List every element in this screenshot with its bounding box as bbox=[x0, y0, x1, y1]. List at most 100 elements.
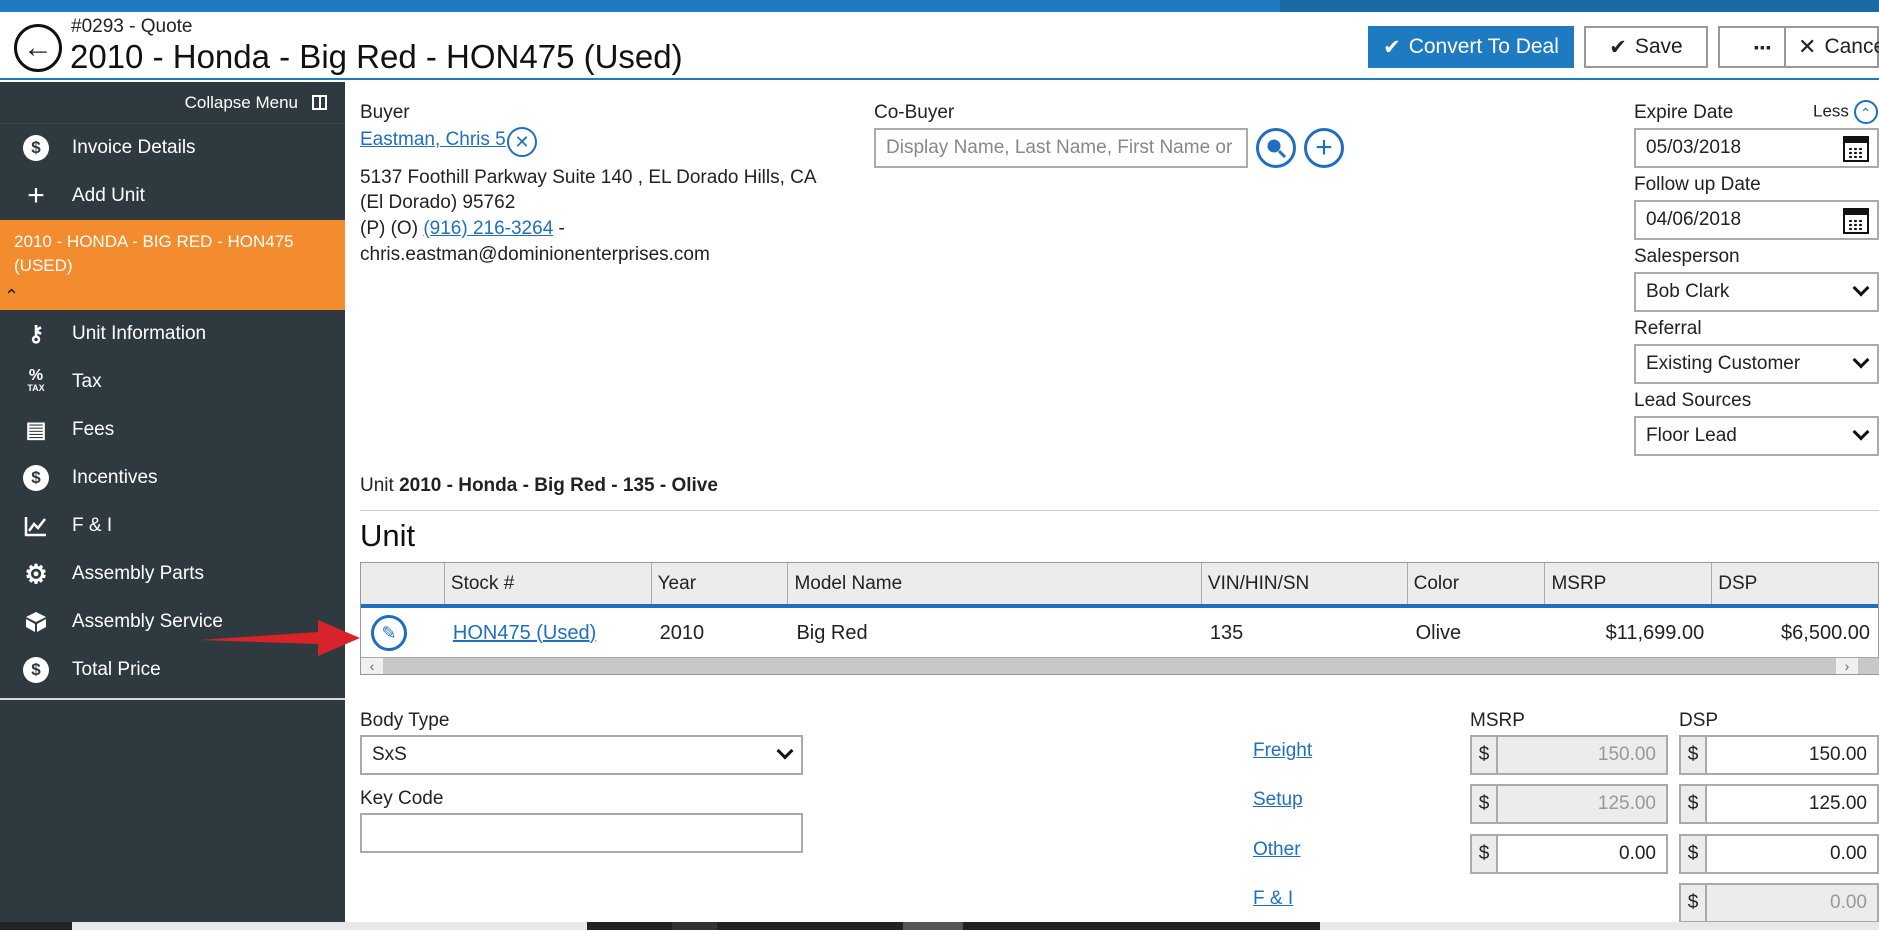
freight-link[interactable]: Freight bbox=[1253, 740, 1312, 762]
edit-pencil-icon[interactable]: ✎ bbox=[371, 615, 407, 651]
column-header-model[interactable]: Model Name bbox=[788, 563, 1202, 604]
sidebar-item-label: Add Unit bbox=[72, 185, 145, 206]
sidebar-item-f-and-i[interactable]: F & I bbox=[0, 502, 345, 550]
column-header-vin[interactable]: VIN/HIN/SN bbox=[1202, 563, 1408, 604]
sidebar-item-fees[interactable]: ▤ Fees bbox=[0, 406, 345, 454]
remove-buyer-icon[interactable]: ✕ bbox=[507, 127, 537, 157]
body-type-label: Body Type bbox=[360, 710, 450, 731]
phone-prefix: (P) (O) bbox=[360, 218, 419, 239]
table-row[interactable]: ✎ HON475 (Used) 2010 Big Red 135 Olive $… bbox=[361, 608, 1878, 658]
horizontal-scrollbar[interactable]: ‹ › bbox=[361, 657, 1879, 674]
cobuyer-search-input[interactable]: Display Name, Last Name, First Name or bbox=[874, 128, 1248, 168]
convert-to-deal-label: Convert To Deal bbox=[1408, 35, 1559, 58]
followup-date-field[interactable]: 04/06/2018 bbox=[1634, 200, 1879, 240]
sidebar-item-label: Unit Information bbox=[72, 323, 207, 344]
collapse-panel-icon bbox=[312, 95, 327, 110]
setup-dsp-value[interactable]: 125.00 bbox=[1707, 784, 1879, 824]
search-icon[interactable] bbox=[1256, 128, 1296, 168]
lead-sources-select[interactable]: Floor Lead bbox=[1634, 416, 1879, 456]
sidebar-item-active-unit[interactable]: 2010 - HONDA - BIG RED - HON475 (USED) ⌃ bbox=[0, 220, 345, 310]
cancel-button[interactable]: ✕ Cance bbox=[1784, 26, 1879, 68]
column-header-year[interactable]: Year bbox=[652, 563, 789, 604]
unit-heading: Unit bbox=[360, 518, 416, 553]
other-link[interactable]: Other bbox=[1253, 839, 1301, 861]
unit-grid: Stock # Year Model Name VIN/HIN/SN Color… bbox=[360, 562, 1879, 675]
dollar-sign: $ bbox=[1470, 735, 1498, 775]
column-header-action bbox=[361, 563, 445, 604]
scroll-left-icon[interactable]: ‹ bbox=[361, 658, 383, 674]
dollar-sign: $ bbox=[1470, 784, 1498, 824]
sidebar-item-invoice-details[interactable]: $ Invoice Details bbox=[0, 124, 345, 172]
taskbar-strip bbox=[0, 922, 1879, 930]
f-and-i-dsp-value: 0.00 bbox=[1707, 883, 1879, 923]
sidebar-item-tax[interactable]: % TAX Tax bbox=[0, 358, 345, 406]
freight-dsp-field[interactable]: $ 150.00 bbox=[1679, 735, 1879, 775]
sidebar-item-label: 2010 - HONDA - BIG RED - HON475 (USED) bbox=[14, 232, 294, 275]
calendar-icon[interactable] bbox=[1843, 136, 1869, 162]
save-button[interactable]: ✔ Save bbox=[1584, 26, 1708, 68]
main-content: Buyer Eastman, Chris 5 ✕ 5137 Foothill P… bbox=[345, 82, 1879, 930]
convert-to-deal-button[interactable]: ✔ Convert To Deal bbox=[1368, 26, 1574, 68]
followup-date-label: Follow up Date bbox=[1634, 174, 1761, 195]
dollar-sign: $ bbox=[1679, 883, 1707, 923]
taskbar-segment bbox=[1320, 922, 1879, 930]
top-accent-bar bbox=[0, 0, 1879, 12]
collapse-menu-label: Collapse Menu bbox=[184, 92, 298, 112]
other-dsp-value[interactable]: 0.00 bbox=[1707, 834, 1879, 874]
buyer-name-link[interactable]: Eastman, Chris 5 bbox=[360, 129, 506, 151]
buyer-phone-link[interactable]: (916) 216-3264 bbox=[423, 218, 553, 239]
salesperson-select[interactable]: Bob Clark bbox=[1634, 272, 1879, 312]
referral-select[interactable]: Existing Customer bbox=[1634, 344, 1879, 384]
back-arrow-icon[interactable]: ← bbox=[14, 24, 62, 72]
chart-line-icon bbox=[0, 515, 72, 537]
stock-link[interactable]: HON475 (Used) bbox=[453, 622, 596, 645]
sidebar-item-add-unit[interactable]: + Add Unit bbox=[0, 172, 345, 220]
sidebar-item-unit-information[interactable]: ⚷ Unit Information bbox=[0, 310, 345, 358]
add-cobuyer-icon[interactable]: + bbox=[1304, 128, 1344, 168]
body-type-select[interactable]: SxS bbox=[360, 735, 803, 775]
calendar-icon[interactable] bbox=[1843, 208, 1869, 234]
chevron-down-icon bbox=[1852, 423, 1870, 441]
key-code-label: Key Code bbox=[360, 788, 444, 809]
f-and-i-dsp-field: $ 0.00 bbox=[1679, 883, 1879, 923]
other-dsp-field[interactable]: $ 0.00 bbox=[1679, 834, 1879, 874]
taskbar-segment bbox=[903, 922, 963, 930]
expire-date-field[interactable]: 05/03/2018 bbox=[1634, 128, 1879, 168]
sidebar-item-incentives[interactable]: $ Incentives bbox=[0, 454, 345, 502]
other-msrp-value[interactable]: 0.00 bbox=[1498, 834, 1668, 874]
setup-link[interactable]: Setup bbox=[1253, 789, 1303, 811]
fees-dsp-header: DSP bbox=[1679, 710, 1719, 731]
sidebar-item-label: F & I bbox=[72, 515, 113, 536]
other-msrp-field[interactable]: $ 0.00 bbox=[1470, 834, 1668, 874]
setup-dsp-field[interactable]: $ 125.00 bbox=[1679, 784, 1879, 824]
buyer-address-line2: (El Dorado) 95762 bbox=[360, 192, 516, 213]
chevron-down-icon bbox=[1852, 351, 1870, 369]
freight-dsp-value[interactable]: 150.00 bbox=[1707, 735, 1879, 775]
sidebar-item-assembly-parts[interactable]: ⚙ Assembly Parts bbox=[0, 550, 345, 598]
freight-msrp-field: $ 150.00 bbox=[1470, 735, 1668, 775]
dollar-sign: $ bbox=[1470, 834, 1498, 874]
key-code-input[interactable] bbox=[360, 813, 803, 853]
f-and-i-link[interactable]: F & I bbox=[1253, 888, 1293, 910]
scroll-right-icon[interactable]: › bbox=[1836, 658, 1858, 674]
column-header-stock[interactable]: Stock # bbox=[445, 563, 652, 604]
body-type-value: SxS bbox=[372, 744, 407, 765]
less-toggle[interactable]: Less ⌃ bbox=[1813, 100, 1878, 124]
collapse-menu-button[interactable]: Collapse Menu bbox=[0, 82, 345, 124]
dollar-circle-icon: $ bbox=[0, 657, 72, 683]
gear-icon: ⚙ bbox=[24, 558, 48, 589]
column-header-color[interactable]: Color bbox=[1408, 563, 1546, 604]
sidebar-item-label: Tax bbox=[72, 371, 102, 392]
column-header-dsp[interactable]: DSP bbox=[1712, 563, 1878, 604]
lead-sources-label: Lead Sources bbox=[1634, 390, 1752, 411]
caret-up-icon[interactable]: ⌃ bbox=[4, 284, 19, 308]
unit-summary: Unit 2010 - Honda - Big Red - 135 - Oliv… bbox=[360, 475, 718, 497]
phone-suffix: - bbox=[558, 218, 565, 239]
unit-summary-prefix: Unit bbox=[360, 475, 394, 496]
column-header-msrp[interactable]: MSRP bbox=[1545, 563, 1713, 604]
sidebar-item-label: Fees bbox=[72, 419, 115, 440]
sidebar-item-label: Assembly Parts bbox=[72, 563, 204, 584]
annotation-arrow bbox=[200, 620, 360, 656]
quote-number: #0293 - Quote bbox=[71, 16, 193, 37]
cell-dsp: $6,500.00 bbox=[1781, 621, 1870, 644]
